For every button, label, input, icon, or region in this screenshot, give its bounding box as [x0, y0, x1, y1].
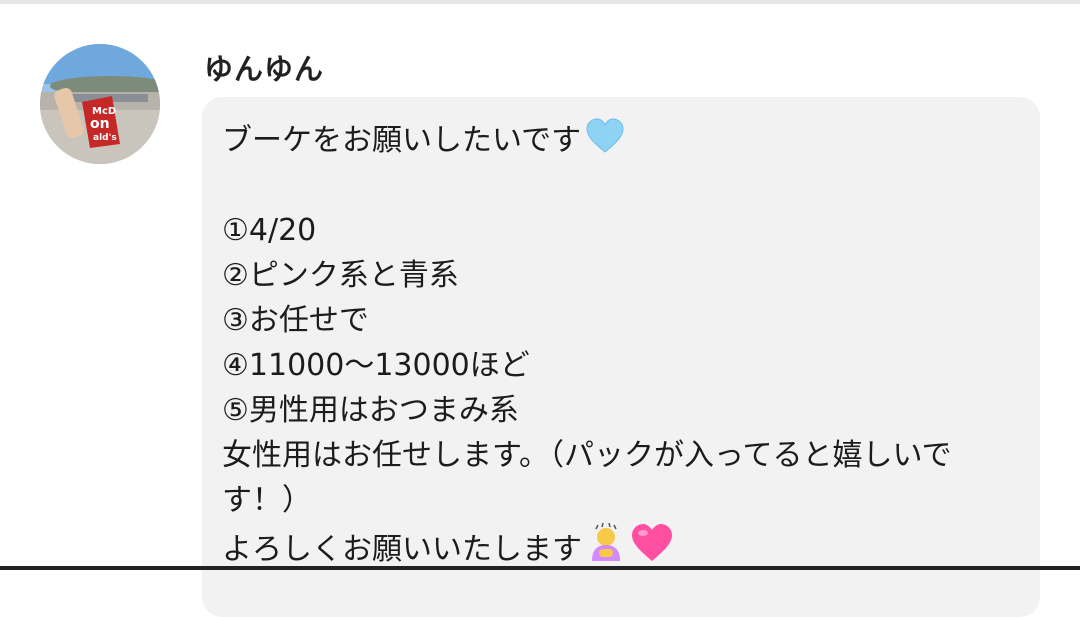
message-line: ブーケをお願いしたいです — [222, 118, 1022, 163]
bottom-divider — [0, 566, 1080, 570]
top-divider — [0, 0, 1080, 4]
message-line-text: ブーケをお願いしたいです — [222, 123, 582, 158]
message-line: ②ピンク系と青系 — [222, 258, 459, 293]
message-line-empty — [222, 163, 1022, 208]
svg-text:ald's: ald's — [93, 133, 117, 143]
message-line: 女性用はお任せします。（パックが入ってると嬉しいです！） — [222, 438, 952, 518]
svg-text:on: on — [90, 116, 110, 132]
avatar-photo: McD on ald's — [40, 44, 160, 164]
avatar[interactable]: McD on ald's — [40, 44, 160, 164]
message-line: ①4/20 — [222, 213, 317, 248]
message-line: ③お任せで — [222, 303, 369, 338]
message-text: ブーケをお願いしたいです ①4/20 ②ピンク系と青系 ③お任せで ④11000… — [222, 118, 1022, 568]
message-line: よろしくお願いいたします — [222, 522, 1022, 568]
message-line-text: よろしくお願いいたします — [222, 532, 582, 567]
username[interactable]: ゆんゆん — [204, 46, 324, 88]
message-line: ④11000～13000ほど — [222, 348, 530, 383]
message-line: ⑤男性用はおつまみ系 — [222, 393, 519, 428]
blue-heart-icon — [585, 118, 625, 167]
